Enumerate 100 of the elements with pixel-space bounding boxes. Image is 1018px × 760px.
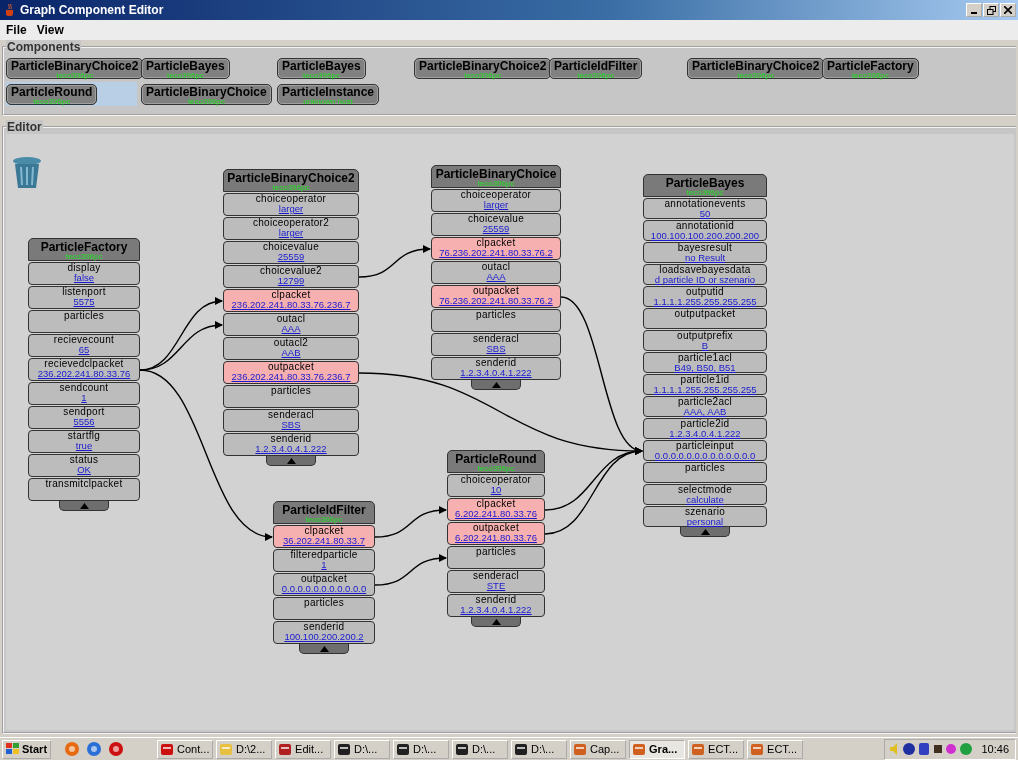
property-row[interactable]: particles bbox=[447, 546, 545, 569]
property-row[interactable]: clpacket 236.202.241.80.33.76.236.7 bbox=[223, 289, 359, 312]
property-row[interactable]: outacl AAA bbox=[431, 261, 561, 284]
node-header[interactable]: ParticleBinaryChoice teco396pc bbox=[431, 165, 561, 188]
property-row[interactable]: outacl2 AAB bbox=[223, 337, 359, 360]
property-value[interactable]: 1.1.1.1.255.255.255.255 bbox=[653, 297, 757, 307]
property-value[interactable]: 50 bbox=[699, 209, 711, 219]
property-row[interactable]: outpacket 0.0.0.0.0.0.0.0.0.0.0 bbox=[273, 573, 375, 596]
property-value[interactable]: OK bbox=[77, 465, 91, 475]
property-row[interactable]: sendport 5556 bbox=[28, 406, 140, 429]
property-value[interactable]: 76.236.202.241.80.33.76.2 bbox=[439, 296, 553, 306]
property-row[interactable]: clpacket 76.236.202.241.80.33.76.2 bbox=[431, 237, 561, 260]
property-row[interactable]: particle1id 1.1.1.1.255.255.255.255 bbox=[643, 374, 767, 395]
property-value[interactable]: 10 bbox=[490, 485, 502, 495]
property-row[interactable]: particles bbox=[643, 462, 767, 483]
taskbar-task[interactable]: Edit... bbox=[275, 739, 332, 759]
menu-item[interactable]: View bbox=[36, 23, 64, 37]
property-row[interactable]: senderacl SBS bbox=[223, 409, 359, 432]
property-row[interactable]: szenario personal bbox=[643, 506, 767, 527]
property-row[interactable]: selectmode calculate bbox=[643, 484, 767, 505]
property-value[interactable]: d particle ID or szenario bbox=[654, 275, 756, 285]
property-row[interactable]: senderid 100.100.200.200.2 bbox=[273, 621, 375, 644]
property-row[interactable]: senderid 1.2.3.4.0.4.1.222 bbox=[431, 357, 561, 380]
property-row[interactable]: filteredparticle 1 bbox=[273, 549, 375, 572]
property-value[interactable]: AAB bbox=[281, 348, 301, 358]
property-value[interactable]: calculate bbox=[686, 495, 724, 505]
property-value[interactable]: 1 bbox=[321, 560, 327, 570]
property-value[interactable]: 5556 bbox=[73, 417, 95, 427]
property-value[interactable]: 236.202.241.80.33.76.236.7 bbox=[231, 300, 351, 310]
property-value[interactable]: 1.2.3.4.0.4.1.222 bbox=[255, 444, 327, 454]
property-value[interactable]: AAA bbox=[281, 324, 301, 334]
property-row[interactable]: status OK bbox=[28, 454, 140, 477]
property-value[interactable]: no Result bbox=[684, 253, 726, 263]
property-value[interactable]: 6.202.241.80.33.76 bbox=[455, 533, 537, 543]
node-header[interactable]: ParticleFactory teco396pc bbox=[28, 238, 140, 261]
property-row[interactable]: particle2acl AAA, AAB bbox=[643, 396, 767, 417]
property-row[interactable]: clpacket 36.202.241.80.33.7 bbox=[273, 525, 375, 548]
node-header[interactable]: ParticleBinaryChoice2 teco396pc bbox=[223, 169, 359, 192]
taskbar-task[interactable]: ECT... bbox=[688, 739, 745, 759]
taskbar-task[interactable]: Gra... bbox=[629, 739, 686, 759]
property-row[interactable]: loadsavebayesdata d particle ID or szenario bbox=[643, 264, 767, 285]
property-row[interactable]: recievecount 65 bbox=[28, 334, 140, 357]
property-value[interactable]: larger bbox=[278, 204, 304, 214]
palette-slot[interactable]: ParticleInstance unknown host bbox=[277, 82, 408, 106]
component-button[interactable]: ParticleRound teco396pc bbox=[6, 84, 98, 105]
property-value[interactable]: 1.2.3.4.0.4.1.222 bbox=[669, 429, 741, 439]
menu-item[interactable]: File bbox=[6, 23, 27, 37]
property-row[interactable]: sendcount 1 bbox=[28, 382, 140, 405]
property-value[interactable]: 5575 bbox=[73, 297, 95, 307]
property-value[interactable]: 12799 bbox=[277, 276, 305, 286]
component-button[interactable]: ParticleBinaryChoice2 teco396pc bbox=[414, 58, 552, 79]
property-row[interactable]: outputprefix B bbox=[643, 330, 767, 351]
property-value[interactable]: larger bbox=[483, 200, 509, 210]
property-row[interactable]: choiceoperator2 larger bbox=[223, 217, 359, 240]
property-value[interactable]: personal bbox=[686, 517, 724, 527]
taskbar-task[interactable]: D:\... bbox=[393, 739, 450, 759]
palette-slot[interactable]: ParticleBayes teco396pc bbox=[277, 56, 408, 80]
palette-slot[interactable]: ParticleBinaryChoice2 teco396pc bbox=[414, 56, 545, 80]
property-value[interactable]: 100.100.100.200.200.200 bbox=[650, 231, 760, 241]
property-row[interactable]: outacl AAA bbox=[223, 313, 359, 336]
property-value[interactable]: 76.236.202.241.80.33.76.2 bbox=[439, 248, 553, 258]
palette-slot[interactable]: ParticleBinaryChoice2 teco396pc bbox=[687, 56, 818, 80]
property-value[interactable]: 25559 bbox=[482, 224, 510, 234]
node-header[interactable]: ParticleBayes teco396pc bbox=[643, 174, 767, 197]
node-header[interactable]: ParticleRound teco396pc bbox=[447, 450, 545, 473]
property-row[interactable]: particles bbox=[273, 597, 375, 620]
property-value[interactable]: 1.2.3.4.0.4.1.222 bbox=[460, 368, 532, 378]
component-button[interactable]: ParticleInstance unknown host bbox=[277, 84, 380, 105]
property-row[interactable]: choicevalue 25559 bbox=[431, 213, 561, 236]
taskbar-task[interactable]: Cap... bbox=[570, 739, 627, 759]
property-value[interactable]: AAA, AAB bbox=[683, 407, 727, 417]
property-row[interactable]: outpacket 76.236.202.241.80.33.76.2 bbox=[431, 285, 561, 308]
property-row[interactable]: outpacket 236.202.241.80.33.76.236.7 bbox=[223, 361, 359, 384]
property-value[interactable]: 236.202.241.80.33.76 bbox=[37, 369, 131, 379]
taskbar-task[interactable]: Cont... bbox=[157, 739, 214, 759]
property-value[interactable]: 25559 bbox=[277, 252, 305, 262]
property-value[interactable]: 236.202.241.80.33.76.236.7 bbox=[231, 372, 351, 382]
palette-slot[interactable]: ParticleBinaryChoice2 teco396pc bbox=[6, 56, 137, 80]
component-button[interactable]: ParticleBinaryChoice2 teco396pc bbox=[6, 58, 144, 79]
property-row[interactable]: senderacl STE bbox=[447, 570, 545, 593]
property-value[interactable]: false bbox=[73, 273, 95, 283]
property-row[interactable]: particle2id 1.2.3.4.0.4.1.222 bbox=[643, 418, 767, 439]
property-value[interactable]: SBS bbox=[486, 344, 506, 354]
component-button[interactable]: ParticleBayes teco396pc bbox=[141, 58, 230, 79]
property-row[interactable]: recievedclpacket 236.202.241.80.33.76 bbox=[28, 358, 140, 381]
property-row[interactable]: particles bbox=[431, 309, 561, 332]
property-value[interactable]: 0.0.0.0.0.0.0.0.0.0.0 bbox=[281, 584, 367, 594]
property-row[interactable]: particle1acl B49, B50, B51 bbox=[643, 352, 767, 373]
property-row[interactable]: particles bbox=[28, 310, 140, 333]
component-button[interactable]: ParticleBinaryChoice2 teco396pc bbox=[687, 58, 825, 79]
property-row[interactable]: startflg true bbox=[28, 430, 140, 453]
property-value[interactable]: 0.0.0.0.0.0.0.0.0.0.0.0.0 bbox=[654, 451, 756, 461]
property-row[interactable]: transmitclpacket bbox=[28, 478, 140, 501]
property-row[interactable]: annotationevents 50 bbox=[643, 198, 767, 219]
taskbar-task[interactable]: ECT... bbox=[747, 739, 804, 759]
property-value[interactable]: 65 bbox=[78, 345, 90, 355]
property-value[interactable]: 1.2.3.4.0.4.1.222 bbox=[460, 605, 532, 615]
property-value[interactable]: 36.202.241.80.33.7 bbox=[283, 536, 365, 546]
component-button[interactable]: ParticleBinaryChoice teco396pc bbox=[141, 84, 272, 105]
property-row[interactable]: clpacket 6.202.241.80.33.76 bbox=[447, 498, 545, 521]
